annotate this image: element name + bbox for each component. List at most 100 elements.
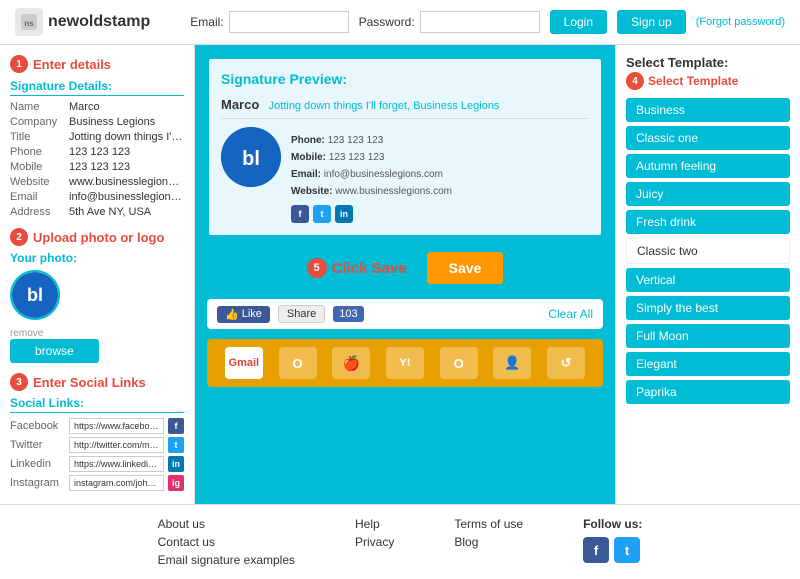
save-button[interactable]: Save [427, 252, 504, 284]
step2-title: 2 Upload photo or logo [10, 228, 184, 246]
step4-label: 4 Select Template [626, 72, 790, 90]
field-mobile: Mobile 123 123 123 [10, 161, 184, 173]
template-fresh-drink[interactable]: Fresh drink [626, 210, 790, 234]
footer-col-2: Help Privacy [355, 517, 394, 567]
share-button[interactable]: Share [278, 305, 325, 323]
email-input[interactable] [229, 11, 349, 33]
footer-follow: Follow us: f t [583, 517, 642, 567]
login-button[interactable]: Login [550, 10, 607, 34]
share-count: 103 [333, 306, 363, 322]
signature-preview-box: Signature Preview: Marco Jotting down th… [207, 57, 603, 237]
email-clients-bar: Gmail O 🍎 Y! O 👤 ↺ [207, 339, 603, 387]
step5-label: 5 Click Save [307, 258, 407, 278]
sig-name: Marco [221, 97, 259, 112]
browse-button[interactable]: browse [10, 339, 99, 363]
sig-social-icons: f t in [291, 205, 452, 223]
social-row-instagram: Instagram ig [10, 475, 184, 491]
right-panel: Select Template: 4 Select Template Busin… [615, 45, 800, 504]
yahoo-icon[interactable]: Y! [386, 347, 424, 379]
facebook-like-button[interactable]: 👍 Like [217, 306, 270, 323]
template-classic-one[interactable]: Classic one [626, 126, 790, 150]
signup-button[interactable]: Sign up [617, 10, 686, 34]
photo-section: 2 Upload photo or logo Your photo: bl re… [10, 228, 184, 363]
social-links-title: Social Links: [10, 396, 184, 413]
click-save-text: Click Save [332, 260, 407, 277]
social-row-twitter: Twitter t [10, 437, 184, 453]
logo-text: newoldstamp [48, 13, 150, 31]
remove-link[interactable]: remove [10, 328, 43, 339]
field-email: Email info@businesslegions.com [10, 191, 184, 203]
clear-all-link[interactable]: Clear All [548, 307, 593, 321]
blog-link[interactable]: Blog [454, 535, 523, 549]
select-template-title: Select Template: [626, 55, 790, 70]
sig-tagline: Jotting down things I'll forget, Busines… [269, 100, 500, 112]
mobile-label: Mobile: [291, 152, 329, 163]
step1-title: 1 Enter details [10, 55, 184, 73]
template-paprika[interactable]: Paprika [626, 380, 790, 404]
template-business[interactable]: Business [626, 98, 790, 122]
linkedin-input[interactable] [69, 456, 164, 472]
facebook-input[interactable] [69, 418, 164, 434]
field-company: Company Business Legions [10, 116, 184, 128]
gmail-icon[interactable]: Gmail [225, 347, 263, 379]
email-sig-label: Email: [291, 169, 324, 180]
thumbs-up-icon: 👍 [225, 308, 239, 321]
main-layout: 1 Enter details Signature Details: Name … [0, 45, 800, 504]
footer-facebook-icon[interactable]: f [583, 537, 609, 563]
sig-linkedin-icon: in [335, 205, 353, 223]
outlook2-icon[interactable]: O [440, 347, 478, 379]
instagram-input[interactable] [69, 475, 164, 491]
website-sig-label: Website: [291, 186, 335, 197]
password-label: Password: [359, 15, 415, 29]
outlook-icon[interactable]: O [279, 347, 317, 379]
social-row-facebook: Facebook f [10, 418, 184, 434]
forgot-password-link[interactable]: (Forgot password) [696, 16, 785, 28]
step1-circle: 1 [10, 55, 28, 73]
signature-fields: Name Marco Company Business Legions Titl… [10, 101, 184, 218]
svg-text:ns: ns [24, 19, 34, 28]
thunderbird-icon[interactable]: 👤 [493, 347, 531, 379]
footer-col-3: Terms of use Blog [454, 517, 523, 567]
help-link[interactable]: Help [355, 517, 394, 531]
step3-circle: 3 [10, 373, 28, 391]
step4-text: Select Template [648, 74, 738, 88]
terms-link[interactable]: Terms of use [454, 517, 523, 531]
email-sig-examples-link[interactable]: Email signature examples [158, 553, 295, 567]
share-label: Share [287, 308, 316, 320]
step3-title: 3 Enter Social Links [10, 373, 184, 391]
template-autumn-feeling[interactable]: Autumn feeling [626, 154, 790, 178]
template-vertical[interactable]: Vertical [626, 268, 790, 292]
apple-mail-icon[interactable]: 🍎 [332, 347, 370, 379]
template-simply-the-best[interactable]: Simply the best [626, 296, 790, 320]
password-field-group: Password: [359, 11, 540, 33]
template-elegant[interactable]: Elegant [626, 352, 790, 376]
follow-us-label: Follow us: [583, 517, 642, 531]
footer-social-icons: f t [583, 537, 642, 563]
contact-us-link[interactable]: Contact us [158, 535, 295, 549]
footer-col-1: About us Contact us Email signature exam… [158, 517, 295, 567]
about-us-link[interactable]: About us [158, 517, 295, 531]
twitter-input[interactable] [69, 437, 164, 453]
field-name: Name Marco [10, 101, 184, 113]
footer-twitter-icon[interactable]: t [614, 537, 640, 563]
other-icon[interactable]: ↺ [547, 347, 585, 379]
password-input[interactable] [420, 11, 540, 33]
sig-name-row: Marco Jotting down things I'll forget, B… [221, 97, 589, 119]
your-photo-label: Your photo: [10, 251, 184, 265]
privacy-link[interactable]: Privacy [355, 535, 394, 549]
preview-title: Signature Preview: [221, 71, 589, 87]
template-juicy[interactable]: Juicy [626, 182, 790, 206]
field-title: Title Jotting down things I'll forget [10, 131, 184, 143]
center-panel: Signature Preview: Marco Jotting down th… [195, 45, 615, 504]
email-field-group: Email: [190, 11, 348, 33]
logo: ns newoldstamp [15, 8, 150, 36]
header: ns newoldstamp Email: Password: Login Si… [0, 0, 800, 45]
sig-details: Phone: 123 123 123 Mobile: 123 123 123 E… [291, 127, 452, 223]
template-full-moon[interactable]: Full Moon [626, 324, 790, 348]
svg-text:bl: bl [242, 148, 260, 170]
sig-avatar: bl [221, 127, 281, 187]
footer: About us Contact us Email signature exam… [0, 504, 800, 579]
template-classic-two[interactable]: Classic two [626, 238, 790, 264]
twitter-icon: t [168, 437, 184, 453]
field-address: Address 5th Ave NY, USA [10, 206, 184, 218]
